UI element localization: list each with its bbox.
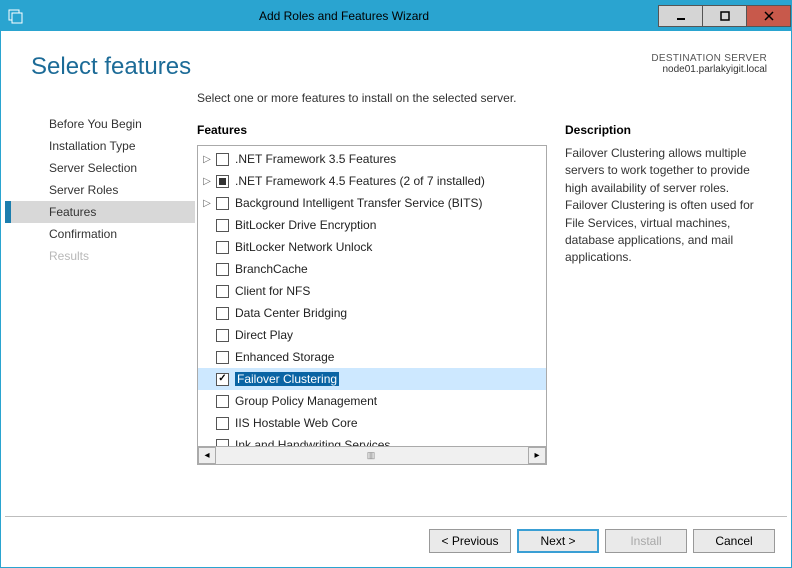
feature-label: BitLocker Network Unlock <box>235 240 372 254</box>
sidebar-item-features[interactable]: Features <box>5 201 195 223</box>
feature-checkbox[interactable] <box>216 307 229 320</box>
sidebar-item-confirmation[interactable]: Confirmation <box>5 223 195 245</box>
window-title: Add Roles and Features Wizard <box>29 9 659 23</box>
feature-checkbox[interactable] <box>216 197 229 210</box>
feature-row[interactable]: ▷ .NET Framework 3.5 Features <box>198 148 546 170</box>
scroll-thumb[interactable]: ▥ <box>216 450 528 461</box>
minimize-button[interactable] <box>658 5 703 27</box>
feature-label: Ink and Handwriting Services <box>235 438 390 446</box>
close-button[interactable] <box>746 5 791 27</box>
sidebar-item-installation-type[interactable]: Installation Type <box>5 135 195 157</box>
feature-label: Failover Clustering <box>235 372 339 386</box>
feature-checkbox[interactable] <box>216 241 229 254</box>
feature-checkbox[interactable] <box>216 175 229 188</box>
feature-label: Enhanced Storage <box>235 350 334 364</box>
sidebar-item-server-selection[interactable]: Server Selection <box>5 157 195 179</box>
feature-row[interactable]: BitLocker Network Unlock <box>198 236 546 258</box>
feature-checkbox[interactable] <box>216 219 229 232</box>
description-text: Failover Clustering allows multiple serv… <box>565 145 767 267</box>
feature-row[interactable]: Group Policy Management <box>198 390 546 412</box>
feature-row[interactable]: ▷ Background Intelligent Transfer Service… <box>198 192 546 214</box>
feature-label: Direct Play <box>235 328 293 342</box>
cancel-button[interactable]: Cancel <box>693 529 775 553</box>
feature-row[interactable]: Data Center Bridging <box>198 302 546 324</box>
description-column: Description Failover Clustering allows m… <box>565 123 767 516</box>
sidebar-item-server-roles[interactable]: Server Roles <box>5 179 195 201</box>
scroll-left-button[interactable]: ◂ <box>198 447 216 464</box>
feature-row[interactable]: BitLocker Drive Encryption <box>198 214 546 236</box>
features-list[interactable]: ▷ .NET Framework 3.5 Features ▷ .NET Framew… <box>198 146 546 446</box>
feature-checkbox[interactable] <box>216 417 229 430</box>
feature-checkbox[interactable] <box>216 439 229 447</box>
feature-row[interactable]: Direct Play <box>198 324 546 346</box>
sidebar-item-before-you-begin[interactable]: Before You Begin <box>5 113 195 135</box>
feature-row[interactable]: Ink and Handwriting Services <box>198 434 546 446</box>
main-columns: Features ▷ .NET Framework 3.5 Features ▷ .N… <box>197 123 767 516</box>
feature-label: Client for NFS <box>235 284 310 298</box>
feature-label: Background Intelligent Transfer Service … <box>235 196 482 210</box>
sidebar-item-results: Results <box>5 245 195 267</box>
feature-checkbox[interactable] <box>216 395 229 408</box>
feature-row[interactable]: Enhanced Storage <box>198 346 546 368</box>
feature-row[interactable]: Failover Clustering <box>198 368 546 390</box>
features-heading: Features <box>197 123 547 137</box>
description-heading: Description <box>565 123 767 137</box>
feature-row[interactable]: BranchCache <box>198 258 546 280</box>
feature-row[interactable]: IIS Hostable Web Core <box>198 412 546 434</box>
feature-checkbox[interactable] <box>216 285 229 298</box>
expand-icon[interactable]: ▷ <box>198 198 216 209</box>
previous-button[interactable]: < Previous <box>429 529 511 553</box>
feature-checkbox[interactable] <box>216 153 229 166</box>
feature-row[interactable]: Client for NFS <box>198 280 546 302</box>
scroll-right-button[interactable]: ▸ <box>528 447 546 464</box>
feature-label: .NET Framework 3.5 Features <box>235 152 396 166</box>
horizontal-scrollbar[interactable]: ◂ ▥ ▸ <box>198 446 546 464</box>
app-icon <box>1 8 29 24</box>
feature-label: BranchCache <box>235 262 308 276</box>
feature-checkbox[interactable] <box>216 373 229 386</box>
features-column: Features ▷ .NET Framework 3.5 Features ▷ .N… <box>197 123 547 516</box>
titlebar: Add Roles and Features Wizard <box>1 1 791 31</box>
feature-label: Data Center Bridging <box>235 306 347 320</box>
footer: < Previous Next > Install Cancel <box>1 517 791 567</box>
features-listbox[interactable]: ▷ .NET Framework 3.5 Features ▷ .NET Framew… <box>197 145 547 465</box>
feature-checkbox[interactable] <box>216 263 229 276</box>
sidebar: Before You BeginInstallation TypeServer … <box>5 91 195 516</box>
maximize-button[interactable] <box>702 5 747 27</box>
feature-label: .NET Framework 4.5 Features (2 of 7 inst… <box>235 174 485 188</box>
feature-checkbox[interactable] <box>216 329 229 342</box>
destination-server: node01.parlakyigit.local <box>651 64 767 75</box>
page-title: Select features <box>31 53 191 81</box>
main-panel: Select one or more features to install o… <box>195 91 787 516</box>
body: Before You BeginInstallation TypeServer … <box>1 89 791 516</box>
feature-label: Group Policy Management <box>235 394 377 408</box>
expand-icon[interactable]: ▷ <box>198 176 216 187</box>
destination-label: DESTINATION SERVER <box>651 53 767 64</box>
install-button[interactable]: Install <box>605 529 687 553</box>
next-button[interactable]: Next > <box>517 529 599 553</box>
instruction-text: Select one or more features to install o… <box>197 91 767 105</box>
header: Select features DESTINATION SERVER node0… <box>1 31 791 89</box>
wizard-window: Add Roles and Features Wizard Select fea… <box>0 0 792 568</box>
expand-icon[interactable]: ▷ <box>198 154 216 165</box>
feature-checkbox[interactable] <box>216 351 229 364</box>
destination-block: DESTINATION SERVER node01.parlakyigit.lo… <box>651 53 767 75</box>
feature-row[interactable]: ▷ .NET Framework 4.5 Features (2 of 7 ins… <box>198 170 546 192</box>
feature-label: IIS Hostable Web Core <box>235 416 358 430</box>
feature-label: BitLocker Drive Encryption <box>235 218 376 232</box>
